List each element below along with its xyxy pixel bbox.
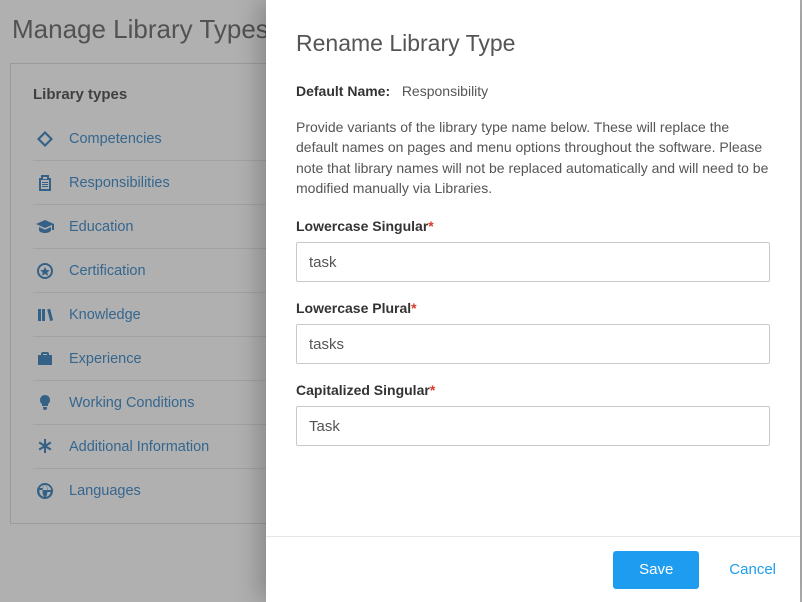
- label-lowercase-singular: Lowercase Singular*: [296, 218, 770, 234]
- modal-description: Provide variants of the library type nam…: [296, 117, 770, 198]
- field-capitalized-singular: Capitalized Singular*: [296, 382, 770, 446]
- field-lowercase-singular: Lowercase Singular*: [296, 218, 770, 282]
- save-button[interactable]: Save: [613, 551, 699, 589]
- field-lowercase-plural: Lowercase Plural*: [296, 300, 770, 364]
- label-capitalized-singular: Capitalized Singular*: [296, 382, 770, 398]
- label-lowercase-plural: Lowercase Plural*: [296, 300, 770, 316]
- input-lowercase-plural[interactable]: [296, 324, 770, 364]
- default-name-line: Default Name: Responsibility: [296, 83, 770, 99]
- default-name-value: Responsibility: [402, 83, 488, 99]
- modal-title: Rename Library Type: [296, 30, 770, 57]
- cancel-button[interactable]: Cancel: [729, 561, 776, 578]
- input-capitalized-singular[interactable]: [296, 406, 770, 446]
- required-marker: *: [411, 300, 416, 316]
- input-lowercase-singular[interactable]: [296, 242, 770, 282]
- modal-footer: Save Cancel: [266, 536, 800, 602]
- required-marker: *: [430, 382, 435, 398]
- modal-body: Rename Library Type Default Name: Respon…: [266, 0, 800, 536]
- default-name-label: Default Name:: [296, 83, 390, 99]
- rename-modal: Rename Library Type Default Name: Respon…: [266, 0, 800, 602]
- required-marker: *: [428, 218, 433, 234]
